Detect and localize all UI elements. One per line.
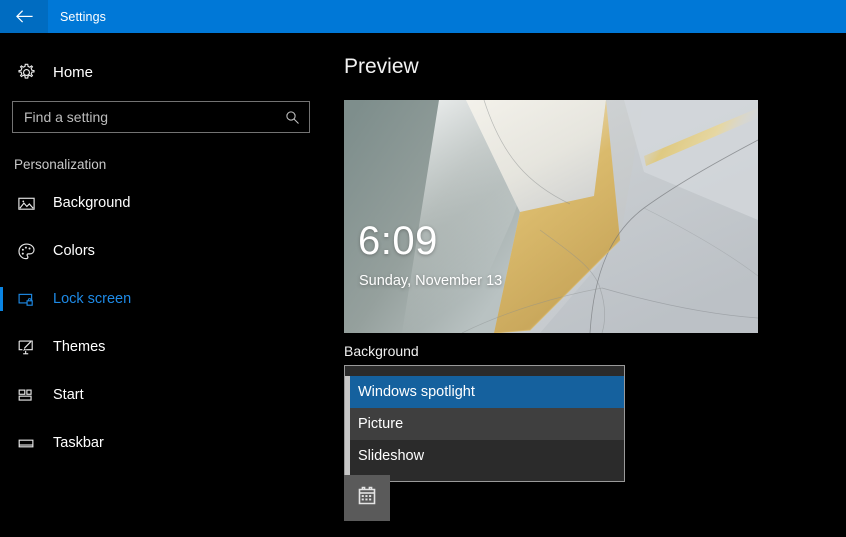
wallpaper-image <box>344 100 758 333</box>
calendar-icon <box>354 483 380 514</box>
preview-clock: 6:09 <box>358 219 438 263</box>
dropdown-top-spacer <box>345 366 624 376</box>
sidebar: Home Personalization <box>0 33 330 537</box>
sidebar-item-home-label: Home <box>53 63 94 81</box>
tiles-icon <box>14 383 38 407</box>
sidebar-item-background[interactable]: Background <box>0 184 330 222</box>
background-dropdown-list[interactable]: Windows spotlight Picture Slideshow <box>344 365 625 482</box>
selection-accent-bar <box>0 287 3 311</box>
window-title: Settings <box>60 9 106 24</box>
palette-icon <box>14 239 38 263</box>
page-title: Preview <box>344 55 419 78</box>
dropdown-option-slideshow[interactable]: Slideshow <box>345 440 624 472</box>
main-content: Preview 6:09 Sunday, November 13 Backgro… <box>330 33 846 537</box>
brush-icon <box>14 335 38 359</box>
back-arrow-icon <box>15 10 33 23</box>
sidebar-item-taskbar[interactable]: Taskbar <box>0 424 330 462</box>
sidebar-nav-list: Background Colors Lock screen Themes Sta… <box>0 180 330 462</box>
sidebar-item-colors-label: Colors <box>53 243 95 259</box>
dropdown-option-label: Picture <box>358 416 404 432</box>
settings-window: Settings Home Find a setting Personaliza… <box>0 0 846 537</box>
taskbar-icon <box>14 431 38 455</box>
sidebar-item-start[interactable]: Start <box>0 376 330 414</box>
dropdown-option-label: Windows spotlight <box>358 384 475 400</box>
sidebar-item-lock-screen-label: Lock screen <box>53 291 132 307</box>
dropdown-scrollbar[interactable] <box>345 376 350 481</box>
back-button[interactable] <box>0 0 48 33</box>
calendar-app-tile[interactable] <box>344 475 390 521</box>
search-input[interactable] <box>13 109 275 125</box>
image-icon <box>14 191 38 215</box>
background-field-label: Background <box>344 343 419 359</box>
sidebar-item-home[interactable]: Home <box>0 55 330 89</box>
search-box[interactable] <box>12 101 310 133</box>
sidebar-item-background-label: Background <box>53 195 131 211</box>
gear-icon <box>14 60 38 84</box>
lock-screen-icon <box>14 287 38 311</box>
lock-screen-preview: 6:09 Sunday, November 13 <box>344 100 758 333</box>
title-bar: Settings <box>0 0 846 33</box>
sidebar-item-lock-screen[interactable]: Lock screen <box>0 280 330 318</box>
preview-date: Sunday, November 13 <box>359 273 503 289</box>
dropdown-option-windows-spotlight[interactable]: Windows spotlight <box>345 376 624 408</box>
sidebar-item-themes-label: Themes <box>53 339 106 355</box>
sidebar-item-colors[interactable]: Colors <box>0 232 330 270</box>
sidebar-item-start-label: Start <box>53 387 84 403</box>
search-icon[interactable] <box>275 110 309 125</box>
sidebar-item-taskbar-label: Taskbar <box>53 435 104 451</box>
dropdown-option-picture[interactable]: Picture <box>345 408 624 440</box>
sidebar-item-themes[interactable]: Themes <box>0 328 330 366</box>
dropdown-option-label: Slideshow <box>358 448 425 464</box>
sidebar-section-header: Personalization <box>14 157 107 172</box>
